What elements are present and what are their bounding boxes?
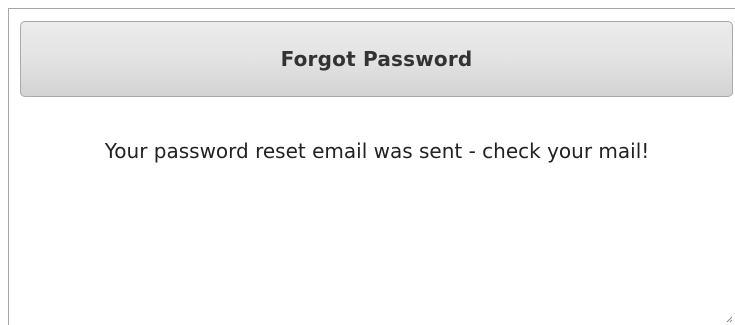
forgot-password-dialog: Forgot Password Your password reset emai…	[8, 8, 735, 325]
dialog-title: Forgot Password	[280, 47, 473, 71]
resize-grip-icon[interactable]	[726, 316, 733, 323]
reset-confirmation-message: Your password reset email was sent - che…	[104, 139, 650, 163]
dialog-titlebar[interactable]: Forgot Password	[20, 21, 733, 97]
